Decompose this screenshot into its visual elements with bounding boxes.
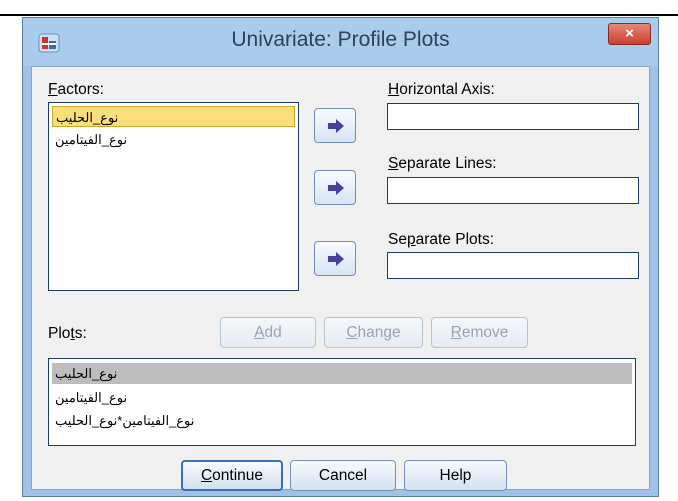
dialog-content: Factors: نوع_الحليب نوع_الفيتامين Horizo… [31, 66, 650, 491]
separate-plots-field[interactable] [387, 252, 639, 279]
separate-lines-field[interactable] [387, 177, 639, 204]
factors-label: Factors: [48, 81, 104, 98]
arrow-right-icon [328, 252, 344, 266]
move-to-horizontal-axis-button[interactable] [314, 108, 356, 143]
plot-item-interaction[interactable]: نوع_الفيتامين*نوع_الحليب [52, 410, 632, 431]
dialog-window: Univariate: Profile Plots × Factors: نوع… [22, 17, 659, 497]
horizontal-axis-field[interactable] [387, 103, 639, 130]
move-to-separate-lines-button[interactable] [314, 170, 356, 205]
plot-item-milk-type[interactable]: نوع_الحليب [52, 363, 632, 384]
factor-item-vitamin-type[interactable]: نوع_الفيتامين [52, 129, 295, 150]
add-button[interactable]: Add [220, 317, 316, 348]
page-top-rule [0, 14, 678, 16]
arrow-right-icon [328, 119, 344, 133]
separate-lines-label: Separate Lines: [388, 155, 497, 172]
window-title: Univariate: Profile Plots [231, 28, 450, 51]
remove-button[interactable]: Remove [431, 317, 528, 348]
separate-plots-label: Separate Plots: [388, 231, 494, 248]
move-to-separate-plots-button[interactable] [314, 241, 356, 276]
close-button[interactable]: × [608, 23, 651, 45]
arrow-right-icon [328, 181, 344, 195]
plots-list[interactable]: نوع_الحليب نوع_الفيتامين نوع_الفيتامين*ن… [48, 358, 636, 446]
plot-item-vitamin-type[interactable]: نوع_الفيتامين [52, 387, 632, 408]
plots-label: Plots: [48, 325, 87, 342]
cancel-button[interactable]: Cancel [290, 460, 396, 491]
change-button[interactable]: Change [324, 317, 423, 348]
continue-button[interactable]: Continue [181, 460, 283, 491]
factors-list[interactable]: نوع_الحليب نوع_الفيتامين [48, 102, 299, 291]
close-icon: × [625, 25, 634, 42]
help-button[interactable]: Help [404, 460, 507, 491]
horizontal-axis-label: Horizontal Axis: [388, 81, 495, 98]
factor-item-milk-type[interactable]: نوع_الحليب [52, 106, 295, 127]
title-bar[interactable]: Univariate: Profile Plots × [23, 18, 658, 66]
